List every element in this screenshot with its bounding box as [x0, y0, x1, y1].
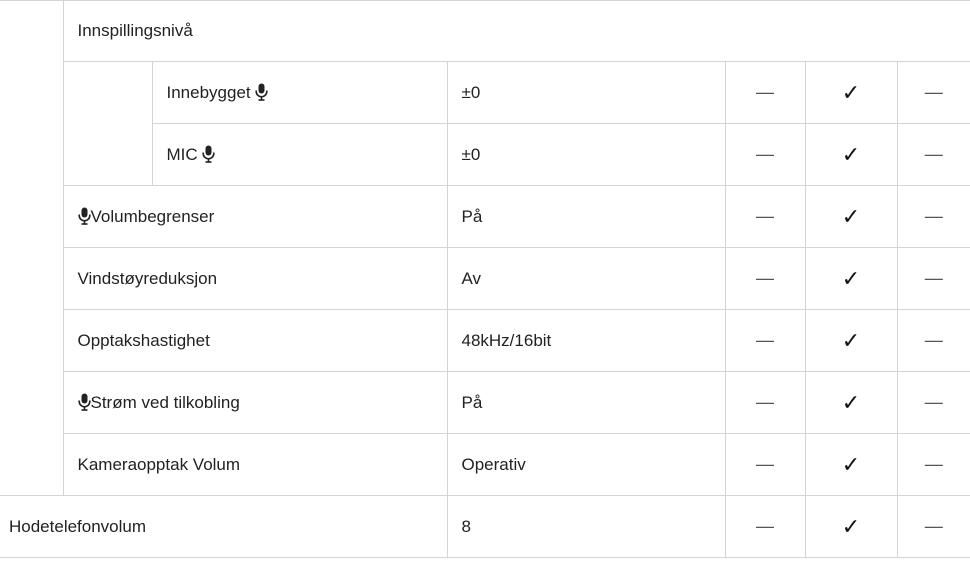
microphone-icon: [77, 393, 91, 411]
row-label: Innspillingsnivå: [62, 0, 970, 62]
row-label: MIC: [151, 123, 447, 186]
recording-level-label: Innspillingsnivå: [77, 21, 193, 40]
checkmark-icon: ✓: [804, 61, 897, 124]
sub-indent-cell: [62, 123, 152, 186]
microphone-icon: [77, 207, 91, 225]
dash-icon: —: [896, 433, 970, 496]
indent-cell: [0, 248, 63, 310]
indent-cell: [0, 124, 63, 186]
row-label: Strøm ved tilkobling: [62, 371, 447, 434]
sub-indent-cell: [62, 61, 152, 124]
row-label: Hodetelefonvolum: [0, 495, 447, 558]
row-value: Operativ: [446, 433, 725, 496]
dash-icon: —: [724, 123, 805, 186]
table-row-camera-rec-volume: Kameraopptak Volum Operativ — ✓ —: [0, 433, 970, 496]
dash-icon: —: [724, 61, 805, 124]
row-value: ±0: [446, 61, 725, 124]
indent-cell: [0, 372, 63, 434]
dash-icon: —: [724, 185, 805, 248]
table-row-plug-in-power: Strøm ved tilkobling På — ✓ —: [0, 371, 970, 434]
table-row-wind-noise: Vindstøyreduksjon Av — ✓ —: [0, 247, 970, 310]
plug-in-power-label: Strøm ved tilkobling: [90, 392, 240, 412]
row-value: Av: [446, 247, 725, 310]
table-row-volume-limiter: Volumbegrenser På — ✓ —: [0, 185, 970, 248]
indent-cell: [0, 186, 63, 248]
table-row-built-in: Innebygget ±0 — ✓ —: [0, 61, 970, 124]
indent-cell: [0, 433, 63, 496]
dash-icon: —: [896, 61, 970, 124]
checkmark-icon: ✓: [804, 495, 897, 558]
dash-icon: —: [724, 433, 805, 496]
row-value: 48kHz/16bit: [446, 309, 725, 372]
dash-icon: —: [896, 309, 970, 372]
dash-icon: —: [896, 123, 970, 186]
row-value: På: [446, 185, 725, 248]
volume-limiter-label: Volumbegrenser: [90, 206, 215, 226]
row-label: Vindstøyreduksjon: [62, 247, 447, 310]
table-row-recording-level: Innspillingsnivå: [0, 0, 970, 62]
table-row-recording-rate: Opptakshastighet 48kHz/16bit — ✓ —: [0, 309, 970, 372]
checkmark-icon: ✓: [804, 185, 897, 248]
checkmark-icon: ✓: [804, 247, 897, 310]
row-label: Innebygget: [151, 61, 447, 124]
dash-icon: —: [896, 247, 970, 310]
checkmark-icon: ✓: [804, 371, 897, 434]
checkmark-icon: ✓: [804, 433, 897, 496]
microphone-icon: [202, 145, 215, 163]
row-value: På: [446, 371, 725, 434]
table-row-mic: MIC ±0 — ✓ —: [0, 123, 970, 186]
dash-icon: —: [896, 371, 970, 434]
dash-icon: —: [896, 185, 970, 248]
row-value: ±0: [446, 123, 725, 186]
dash-icon: —: [724, 309, 805, 372]
indent-cell: [0, 62, 63, 124]
row-label: Volumbegrenser: [62, 185, 447, 248]
table-row-headphone-volume: Hodetelefonvolum 8 — ✓ —: [0, 495, 970, 558]
dash-icon: —: [724, 495, 805, 558]
dash-icon: —: [896, 495, 970, 558]
settings-table: Innspillingsnivå Innebygget ±0 — ✓ — MIC…: [0, 0, 970, 558]
dash-icon: —: [724, 247, 805, 310]
row-value: 8: [446, 495, 725, 558]
dash-icon: —: [724, 371, 805, 434]
row-label: Opptakshastighet: [62, 309, 447, 372]
indent-cell: [0, 310, 63, 372]
checkmark-icon: ✓: [804, 123, 897, 186]
built-in-label: Innebygget: [166, 82, 251, 102]
mic-label: MIC: [166, 144, 198, 164]
row-label: Kameraopptak Volum: [62, 433, 447, 496]
checkmark-icon: ✓: [804, 309, 897, 372]
microphone-icon: [255, 83, 268, 101]
indent-cell: [0, 1, 63, 62]
